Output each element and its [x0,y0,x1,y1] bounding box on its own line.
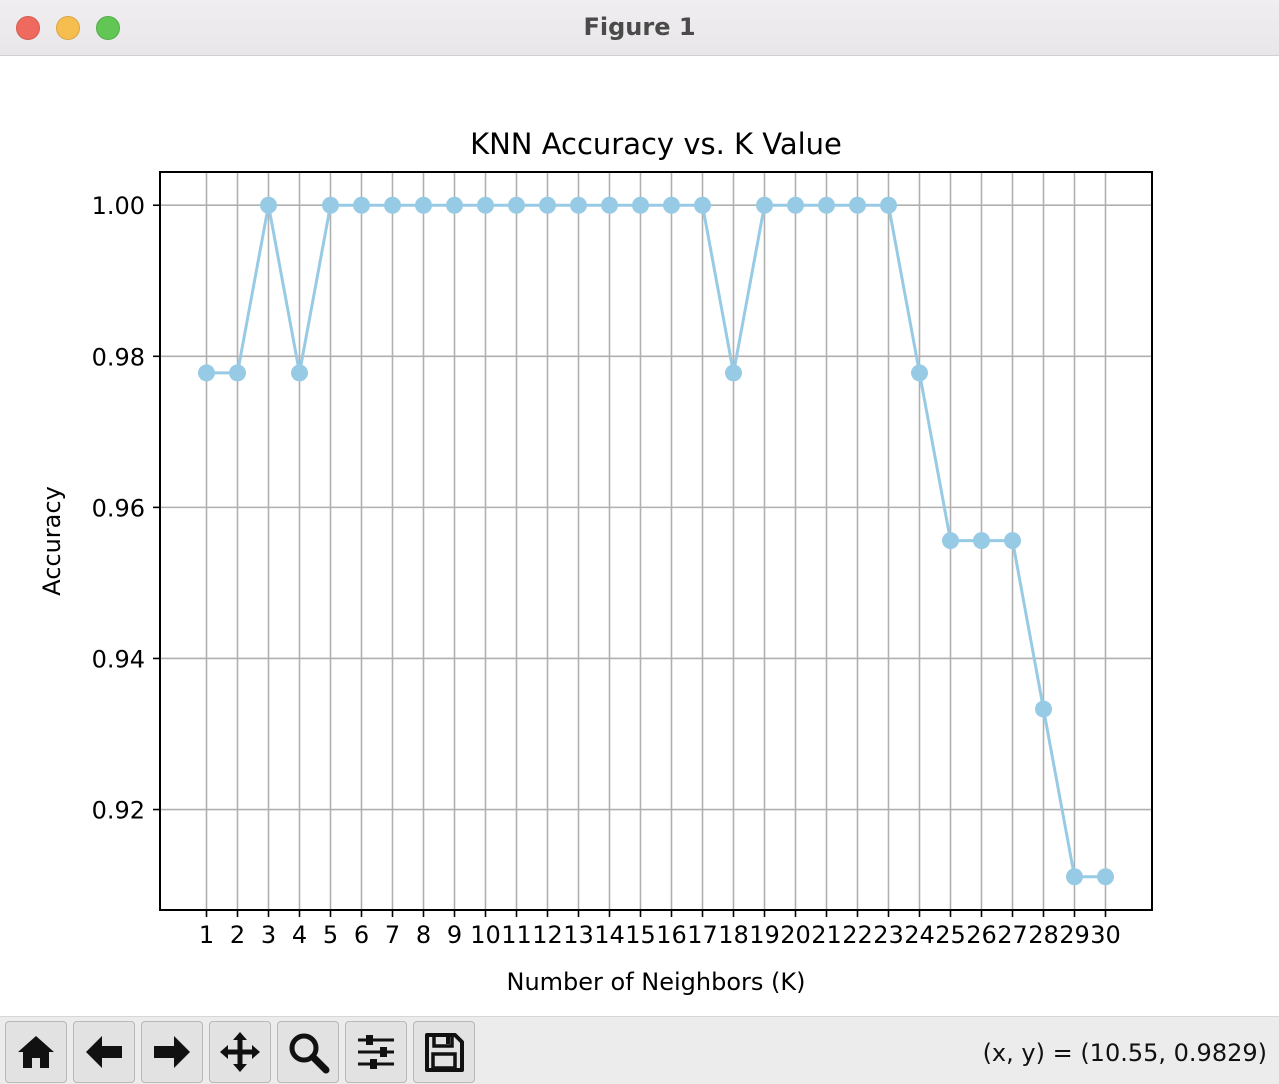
x-tick-label: 5 [323,921,338,949]
x-tick-label: 21 [811,921,842,949]
move-icon [220,1032,260,1072]
save-button[interactable] [413,1021,475,1083]
data-point [880,196,897,214]
forward-button[interactable] [141,1021,203,1083]
data-point [663,196,680,214]
y-tick-label: 0.92 [92,797,145,825]
arrow-right-icon [154,1036,190,1068]
x-tick-label: 8 [416,921,431,949]
x-tick-label: 3 [261,921,276,949]
y-tick-label: 1.00 [92,192,145,220]
x-tick-label: 23 [873,921,904,949]
x-tick-label: 24 [904,921,935,949]
y-tick-label: 0.96 [92,494,145,522]
data-point [539,196,556,214]
data-point [942,532,959,550]
data-point [384,196,401,214]
floppy-disk-icon [425,1033,464,1072]
x-tick-label: 25 [935,921,966,949]
sliders-icon [358,1035,394,1069]
home-icon [18,1036,54,1068]
y-axis-label: Accuracy [38,486,66,596]
data-point [322,196,339,214]
x-tick-label: 27 [997,921,1028,949]
x-tick-label: 4 [292,921,307,949]
data-point [353,196,370,214]
data-point [229,364,246,382]
x-tick-label: 16 [656,921,687,949]
data-point [1004,532,1021,550]
data-point [818,196,835,214]
x-tick-label: 9 [447,921,462,949]
y-tick-label: 0.94 [92,645,145,673]
arrow-left-icon [86,1036,122,1068]
data-point [198,364,215,382]
data-point [508,196,525,214]
data-point [849,196,866,214]
x-axis-label: Number of Neighbors (K) [506,968,805,996]
x-tick-label: 12 [532,921,563,949]
x-tick-label: 10 [470,921,501,949]
x-tick-label: 29 [1059,921,1090,949]
data-point [911,364,928,382]
data-point [756,196,773,214]
series-line [206,203,1106,879]
data-point [291,364,308,382]
data-point [632,196,649,214]
cursor-coordinates: (x, y) = (10.55, 0.9829) [982,1039,1267,1067]
home-button[interactable] [5,1021,67,1083]
data-point [1066,868,1083,886]
x-tick-label: 22 [842,921,873,949]
data-point [260,196,277,214]
magnifier-icon [289,1033,330,1074]
data-point [1035,700,1052,718]
data-point [446,196,463,214]
x-tick-label: 17 [687,921,718,949]
x-tick-label: 11 [501,921,532,949]
x-tick-label: 1 [199,921,214,949]
data-point [477,196,494,214]
data-point [694,196,711,214]
x-tick-label: 15 [625,921,656,949]
x-tick-label: 20 [780,921,811,949]
data-point [787,196,804,214]
window-title: Figure 1 [583,13,696,41]
x-tick-label: 30 [1090,921,1121,949]
x-tick-label: 19 [749,921,780,949]
pan-button[interactable] [209,1021,271,1083]
x-tick-label: 13 [563,921,594,949]
navigation-toolbar: (x, y) = (10.55, 0.9829) [0,1016,1279,1084]
chart: 1 2 3 4 5 6 7 8 9 10 11 12 13 14 15 16 17 18 19 20 21 22 23 24 2… [38,127,1153,996]
x-tick-label: 14 [594,921,625,949]
y-tick-label: 0.98 [92,343,145,371]
x-tick-label: 18 [718,921,749,949]
figure-canvas[interactable]: 1 2 3 4 5 6 7 8 9 10 11 12 13 14 15 16 17 18 19 20 21 22 23 24 2… [0,57,1279,1016]
data-point [415,196,432,214]
x-tick-label: 28 [1028,921,1059,949]
data-point [973,532,990,550]
configure-subplots-button[interactable] [345,1021,407,1083]
chart-title: KNN Accuracy vs. K Value [470,127,842,161]
data-point [570,196,587,214]
x-tick-label: 6 [354,921,369,949]
data-point [725,364,742,382]
x-tick-label: 26 [966,921,997,949]
data-point [601,196,618,214]
window-titlebar: Figure 1 [0,0,1279,56]
x-tick-label: 7 [385,921,400,949]
data-point [1097,868,1114,886]
zoom-button[interactable] [277,1021,339,1083]
back-button[interactable] [73,1021,135,1083]
x-tick-label: 2 [230,921,245,949]
